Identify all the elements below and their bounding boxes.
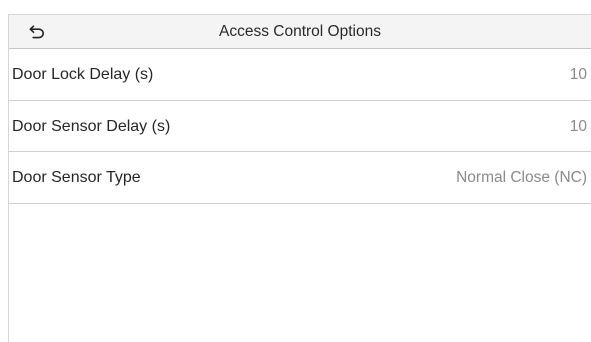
back-arrow-icon bbox=[29, 25, 44, 39]
setting-label: Door Lock Delay (s) bbox=[12, 66, 154, 83]
back-button[interactable] bbox=[23, 19, 51, 45]
device-screen: Access Control Options Door Lock Delay (… bbox=[8, 14, 591, 342]
setting-door-lock-delay[interactable]: Door Lock Delay (s) 10 bbox=[9, 49, 591, 101]
title-bar: Access Control Options bbox=[9, 15, 591, 49]
setting-value: 10 bbox=[569, 117, 587, 135]
setting-label: Door Sensor Delay (s) bbox=[12, 117, 171, 135]
setting-door-sensor-type[interactable]: Door Sensor Type Normal Close (NC) bbox=[9, 152, 591, 204]
setting-value: 10 bbox=[569, 66, 587, 83]
setting-label: Door Sensor Type bbox=[12, 169, 141, 186]
setting-value: Normal Close (NC) bbox=[456, 169, 587, 186]
settings-list: Door Lock Delay (s) 10 Door Sensor Delay… bbox=[9, 49, 591, 204]
page-title: Access Control Options bbox=[219, 23, 381, 40]
setting-door-sensor-delay[interactable]: Door Sensor Delay (s) 10 bbox=[9, 101, 591, 152]
